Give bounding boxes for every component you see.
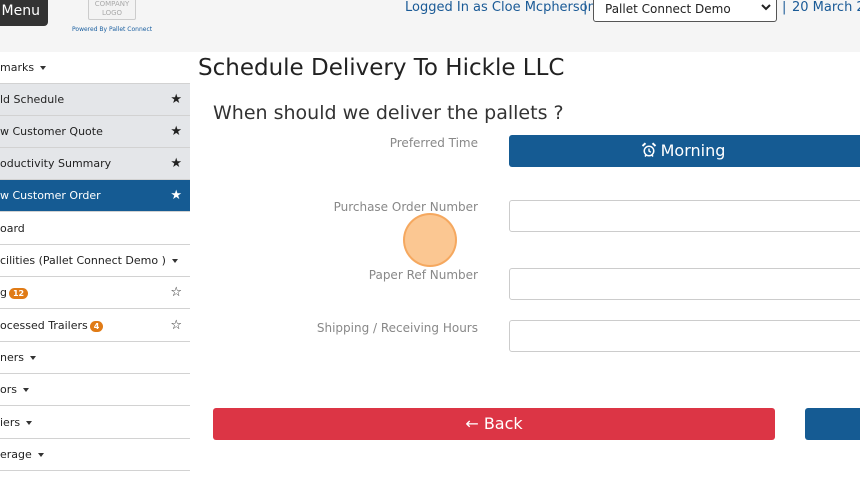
sidebar-item-suppliers[interactable]: iers	[0, 407, 190, 439]
preferred-time-value: Morning	[660, 141, 726, 160]
main-content: Schedule Delivery To Hickle LLC When sho…	[190, 52, 860, 481]
sidebar-item-facilities[interactable]: cilities (Pallet Connect Demo )	[0, 245, 190, 277]
sidebar-item-build-schedule[interactable]: ld Schedule ★	[0, 84, 190, 116]
sidebar: marks ld Schedule ★ w Customer Quote ★ o…	[0, 52, 190, 481]
shipping-hours-label: Shipping / Receiving Hours	[316, 321, 478, 335]
click-indicator	[403, 213, 457, 267]
alarm-clock-icon	[641, 142, 656, 157]
star-filled-icon[interactable]: ★	[170, 84, 182, 115]
site-select[interactable]: Pallet Connect Demo	[593, 0, 777, 22]
sidebar-item-label: iers	[0, 416, 21, 429]
preferred-time-label: Preferred Time	[389, 136, 478, 150]
site-select-value: Pallet Connect Demo	[605, 2, 731, 16]
sidebar-item-label: marks	[0, 61, 35, 74]
page-title: Schedule Delivery To Hickle LLC	[198, 55, 565, 81]
sidebar-item-dialog[interactable]: g 12 ☆	[0, 277, 190, 309]
sidebar-item-label: oductivity Summary	[0, 157, 112, 170]
sidebar-item-productivity-summary[interactable]: oductivity Summary ★	[0, 148, 190, 180]
caret-down-icon	[37, 453, 44, 457]
sidebar-item-partners[interactable]: ners	[0, 342, 190, 374]
app-root: Menu COMPANY LOGO Powered By Pallet Conn…	[0, 0, 860, 481]
star-filled-icon[interactable]: ★	[170, 180, 182, 211]
header-separator: |	[583, 0, 588, 15]
count-badge: 4	[89, 320, 104, 332]
sidebar-item-dashboard[interactable]: oard	[0, 213, 190, 245]
caret-down-icon	[26, 421, 33, 425]
delivery-question: When should we deliver the pallets ?	[213, 102, 564, 124]
star-outline-icon[interactable]: ☆	[170, 277, 182, 308]
menu-button[interactable]: Menu	[0, 0, 48, 26]
caret-down-icon	[22, 388, 29, 392]
sidebar-item-processed-trailers[interactable]: ocessed Trailers 4 ☆	[0, 310, 190, 342]
shipping-hours-input[interactable]	[509, 320, 860, 352]
star-filled-icon[interactable]: ★	[170, 116, 182, 147]
preferred-time-button[interactable]: Morning	[509, 135, 860, 167]
powered-by-text: Powered By Pallet Connect	[72, 26, 153, 33]
po-number-input[interactable]	[509, 200, 860, 232]
sidebar-item-new-customer-quote[interactable]: w Customer Quote ★	[0, 116, 190, 148]
sidebar-item-label: ocessed Trailers	[0, 319, 88, 332]
star-outline-icon[interactable]: ☆	[170, 310, 182, 341]
sidebar-item-label: ors	[0, 383, 17, 396]
sidebar-item-bookmarks[interactable]: marks	[0, 52, 190, 84]
current-date: 20 March 2	[792, 0, 860, 15]
po-number-label: Purchase Order Number	[333, 200, 478, 214]
sidebar-item-label: w Customer Quote	[0, 125, 103, 138]
sidebar-item-label: ld Schedule	[0, 93, 65, 106]
company-logo: COMPANY LOGO	[88, 0, 136, 20]
sidebar-item-label: erage	[0, 448, 32, 461]
next-button[interactable]	[805, 408, 860, 440]
star-filled-icon[interactable]: ★	[170, 148, 182, 179]
sidebar-item-label: cilities (Pallet Connect Demo )	[0, 254, 166, 267]
header-separator-2: |	[782, 0, 787, 15]
sidebar-item-label: ners	[0, 351, 24, 364]
count-badge: 12	[8, 287, 29, 299]
chevron-down-icon	[761, 4, 771, 11]
caret-down-icon	[40, 66, 47, 70]
sidebar-item-label: oard	[0, 222, 25, 235]
sidebar-item-label: g	[0, 286, 7, 299]
paper-ref-label: Paper Ref Number	[368, 268, 478, 282]
sidebar-item-vendors[interactable]: ors	[0, 374, 190, 406]
back-button[interactable]: ← Back	[213, 408, 775, 440]
logged-in-user[interactable]: Logged In as Cloe Mcpherson	[405, 0, 596, 15]
sidebar-item-new-customer-order[interactable]: w Customer Order ★	[0, 180, 190, 212]
caret-down-icon	[171, 259, 178, 263]
sidebar-item-label: w Customer Order	[0, 189, 101, 202]
sidebar-item-storage[interactable]: erage	[0, 439, 190, 471]
caret-down-icon	[30, 356, 36, 360]
paper-ref-input[interactable]	[509, 268, 860, 300]
